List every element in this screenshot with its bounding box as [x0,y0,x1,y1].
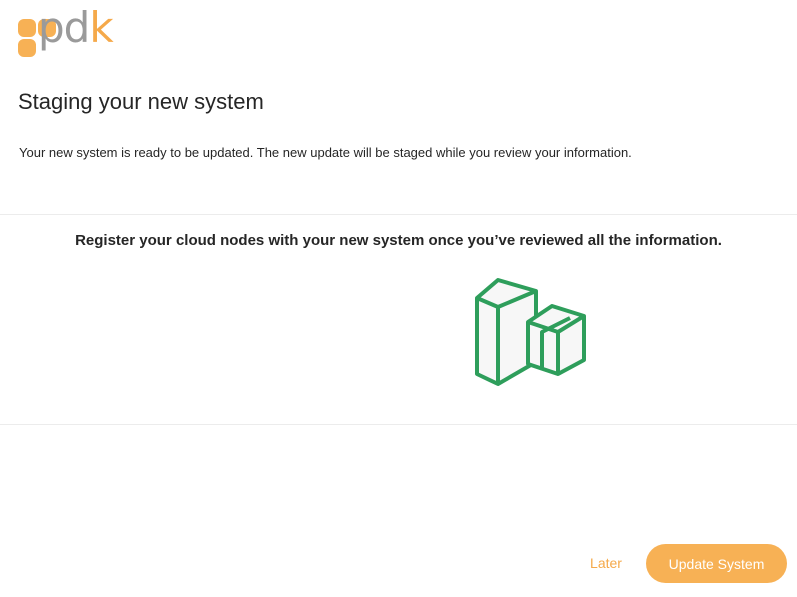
divider-top [0,214,797,215]
register-nodes-message: Register your cloud nodes with your new … [75,232,722,249]
page-title: Staging your new system [18,89,264,114]
staging-dialog: pdk Staging your new system Your new sys… [0,0,797,597]
later-button[interactable]: Later [582,549,630,577]
divider-bottom [0,424,797,425]
logo-wordmark: pdk [38,3,114,52]
cloud-nodes-icon [475,278,586,386]
page-description: Your new system is ready to be updated. … [19,145,632,160]
update-system-button[interactable]: Update System [646,544,787,583]
